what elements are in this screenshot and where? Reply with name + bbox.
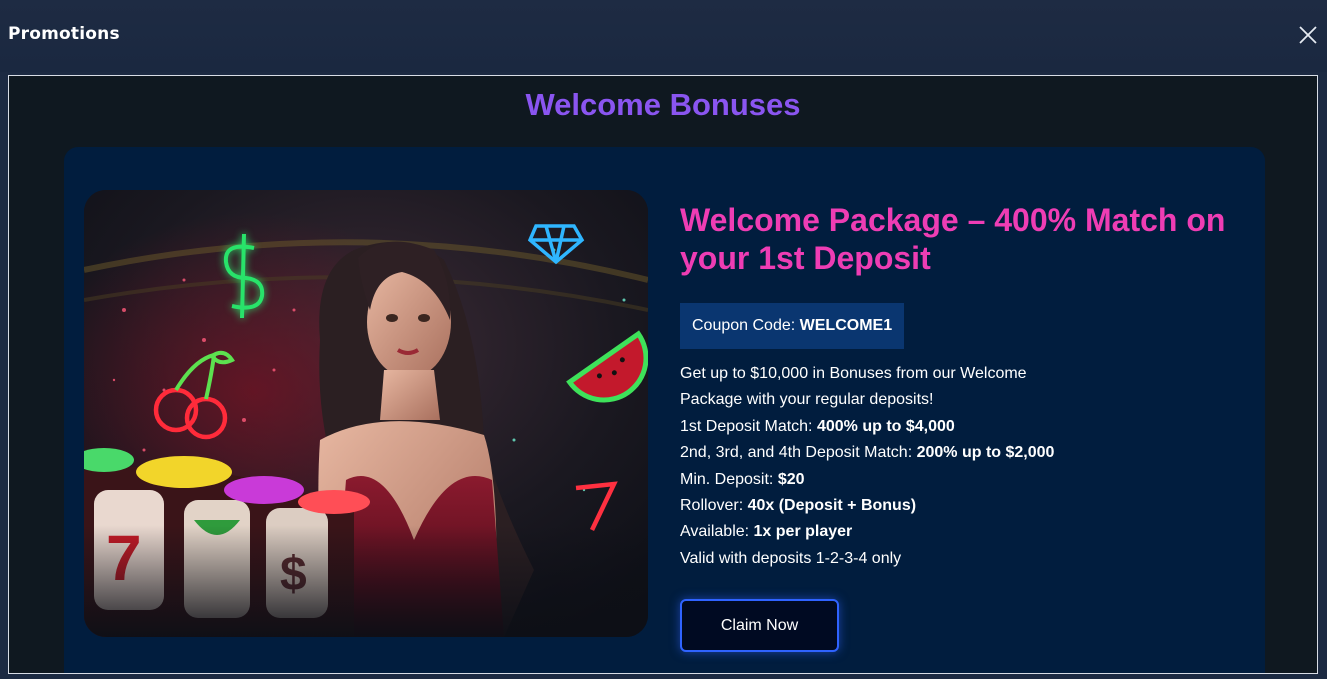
coupon-badge: Coupon Code: WELCOME1 (680, 303, 905, 349)
coupon-label: Coupon Code: (692, 317, 800, 334)
detail-value: 200% up to $2,000 (916, 444, 1055, 462)
validity-note: Valid with deposits 1-2-3-4 only (680, 549, 902, 567)
coupon-code: WELCOME1 (799, 317, 893, 334)
description-line: Package with your regular deposits! (680, 391, 934, 409)
promo-image: 7 $ (84, 190, 648, 637)
detail-value: $20 (777, 470, 805, 488)
detail-availability: Available: 1x per player (680, 519, 1240, 545)
claim-now-button[interactable]: Claim Now (680, 599, 839, 653)
section-heading: Welcome Bonuses (525, 87, 801, 122)
casino-illustration: 7 $ (84, 190, 648, 637)
detail-label: 2nd, 3rd, and 4th Deposit Match: (680, 444, 917, 462)
modal-header: Promotions (0, 0, 1327, 72)
detail-deposit-2-4: 2nd, 3rd, and 4th Deposit Match: 200% up… (680, 440, 1240, 466)
promo-info: Welcome Package – 400% Match on your 1st… (680, 201, 1240, 653)
detail-value: 40x (Deposit + Bonus) (747, 497, 917, 515)
detail-label: 1st Deposit Match: (680, 417, 817, 435)
detail-rollover: Rollover: 40x (Deposit + Bonus) (680, 493, 1240, 519)
detail-label: Available: (680, 523, 754, 541)
modal-title: Promotions (8, 24, 120, 44)
promo-card: 7 $ Welcome Package – 400% Match on your… (64, 147, 1265, 673)
detail-deposit-1: 1st Deposit Match: 400% up to $4,000 (680, 414, 1240, 440)
promotions-frame: Welcome Bonuses Welcome Package – 400% M… (8, 75, 1318, 674)
promo-title: Welcome Package – 400% Match on your 1st… (680, 202, 1226, 276)
detail-label: Rollover: (680, 497, 748, 515)
detail-label: Min. Deposit: (680, 470, 778, 488)
description-line: Get up to $10,000 in Bonuses from our We… (680, 365, 1027, 382)
promo-description: Get up to $10,000 in Bonuses from our We… (680, 361, 1240, 572)
detail-value: 1x per player (753, 523, 853, 541)
detail-min-deposit: Min. Deposit: $20 (680, 467, 1240, 493)
detail-value: 400% up to $4,000 (816, 417, 955, 435)
close-icon[interactable] (1298, 25, 1318, 45)
